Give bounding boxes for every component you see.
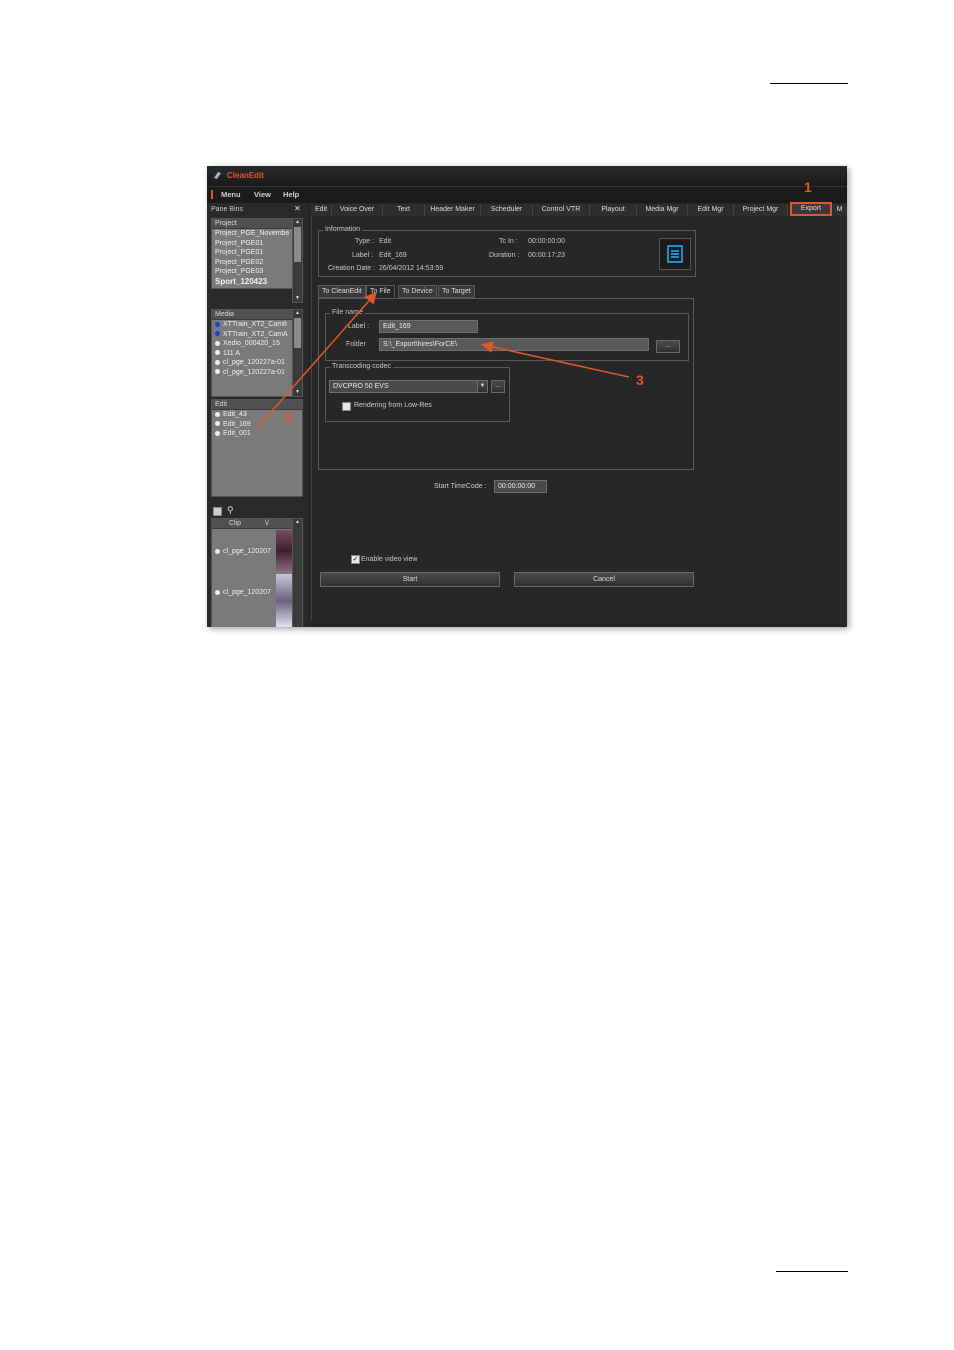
cleanedit-screenshot: CleanEdit Menu View Help Pane Bins ✕ Pro… — [207, 166, 847, 627]
callout-arrow-2 — [256, 291, 377, 429]
header-rule — [770, 83, 848, 84]
footer-rule — [776, 1271, 848, 1272]
callout-number-2: 2 — [284, 409, 292, 425]
annotation-overlay — [256, 291, 630, 429]
callout-arrow-3 — [481, 341, 630, 378]
callout-number-1: 1 — [804, 179, 812, 195]
callout-number-3: 3 — [636, 372, 644, 388]
